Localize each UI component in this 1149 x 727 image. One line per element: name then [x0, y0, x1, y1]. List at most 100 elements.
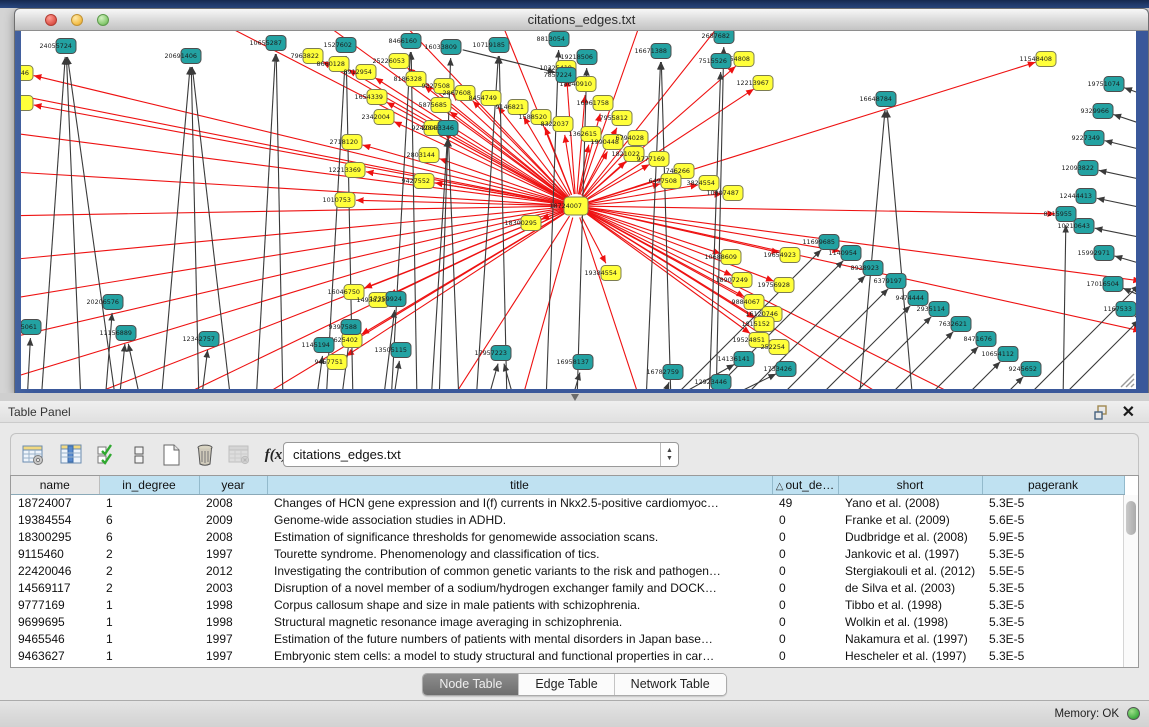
graph-node[interactable]: 10688609: [704, 250, 741, 265]
graph-node[interactable]: 803046: [21, 66, 33, 81]
column-header-pagerank[interactable]: pagerank: [982, 476, 1124, 494]
column-header-in-degree[interactable]: in_degree: [99, 476, 199, 494]
graph-node[interactable]: 16961758: [576, 96, 613, 111]
graph-node[interactable]: [21, 96, 33, 111]
graph-node[interactable]: 7515526: [699, 54, 731, 69]
graph-node[interactable]: 12093822: [1061, 161, 1098, 176]
column-header-year[interactable]: year: [199, 476, 267, 494]
graph-node[interactable]: 10719185: [472, 38, 509, 53]
column-header-out-degree[interactable]: △out_de…: [772, 476, 838, 494]
table-scrollbar-thumb[interactable]: [1126, 501, 1136, 535]
close-panel-icon[interactable]: ✕: [1122, 402, 1135, 422]
graph-node[interactable]: 2803144: [407, 148, 439, 163]
table-row[interactable]: 911546021997Tourette syndrome. Phenomeno…: [11, 545, 1124, 562]
graph-node[interactable]: 20206576: [86, 295, 123, 310]
graph-node[interactable]: 9227349: [1072, 131, 1104, 146]
graph-node[interactable]: 5875685: [419, 98, 451, 113]
graph-node[interactable]: 6497508: [649, 174, 681, 189]
memory-status-label[interactable]: Memory: OK: [1054, 708, 1119, 720]
table-row[interactable]: 969969511998Structural magnetic resonanc…: [11, 613, 1124, 630]
graph-node[interactable]: 1654339: [355, 90, 387, 105]
table-row[interactable]: 1872400712008Changes of HCN gene express…: [11, 494, 1124, 511]
graph-node[interactable]: 16782759: [646, 365, 683, 380]
svg-text:2803144: 2803144: [407, 151, 435, 159]
svg-text:19384554: 19384554: [584, 269, 617, 277]
delete-column-button[interactable]: [191, 441, 219, 469]
graph-node[interactable]: 9427552: [402, 174, 434, 189]
graph-node[interactable]: 1733426: [764, 362, 796, 377]
graph-node[interactable]: 12923446: [694, 375, 731, 390]
graph-node[interactable]: 1167533: [1104, 302, 1136, 317]
column-header-short[interactable]: short: [838, 476, 982, 494]
graph-node[interactable]: 2342004: [362, 110, 394, 125]
tab-node-table[interactable]: Node Table: [423, 674, 519, 695]
tab-network-table[interactable]: Network Table: [615, 674, 726, 695]
graph-node[interactable]: 19756928: [757, 278, 794, 293]
graph-node[interactable]: 14136141: [717, 352, 754, 367]
graph-node[interactable]: 16671388: [634, 44, 671, 59]
graph-node[interactable]: 1527602: [324, 38, 356, 53]
graph-node[interactable]: 9245652: [1009, 362, 1041, 377]
tab-edge-table[interactable]: Edge Table: [519, 674, 614, 695]
column-header-title[interactable]: title: [267, 476, 772, 494]
table-row[interactable]: 946554611997Estimation of the future num…: [11, 630, 1124, 647]
graph-node[interactable]: 8813054: [537, 32, 569, 47]
graph-node[interactable]: 1010753: [323, 193, 355, 208]
window-titlebar[interactable]: citations_edges.txt: [15, 9, 1148, 31]
graph-node[interactable]: 8466160: [389, 34, 421, 49]
table-select-combo[interactable]: citations_edges.txt ▲▼: [283, 442, 679, 467]
graph-node[interactable]: 10654112: [981, 347, 1018, 362]
graph-node[interactable]: 9457751: [315, 355, 347, 370]
graph-node[interactable]: 8471676: [964, 332, 996, 347]
graph-node[interactable]: 24055724: [39, 39, 76, 54]
graph-node[interactable]: 19384554: [584, 266, 621, 281]
column-header-name[interactable]: name: [11, 476, 99, 494]
graph-node[interactable]: 17016504: [1086, 277, 1123, 292]
combo-stepper-icon[interactable]: ▲▼: [660, 443, 678, 466]
table-row[interactable]: 1938455462009Genome-wide association stu…: [11, 511, 1124, 528]
graph-node[interactable]: 12342757: [182, 332, 219, 347]
graph-node[interactable]: 20691406: [164, 49, 201, 64]
graph-node[interactable]: 15992971: [1077, 246, 1114, 261]
memory-status-indicator[interactable]: [1127, 707, 1140, 720]
graph-node[interactable]: 1815152: [742, 317, 774, 332]
graph-node[interactable]: 19751074: [1087, 77, 1124, 92]
graph-node[interactable]: 11548408: [1019, 52, 1056, 67]
graph-node[interactable]: 8215955: [1044, 207, 1076, 222]
graph-node[interactable]: 10655287: [249, 36, 286, 51]
delete-table-button[interactable]: [225, 441, 253, 469]
table-cell-title: Embryonic stem cells: a model to study s…: [267, 647, 772, 664]
table-row[interactable]: 977716911998Corpus callosum shape and si…: [11, 596, 1124, 613]
graph-node[interactable]: 2718120: [330, 135, 362, 150]
graph-node[interactable]: 18300295: [504, 216, 541, 231]
column-visibility-button[interactable]: [57, 441, 85, 469]
network-canvas[interactable]: 1872400718300295193845542522605381863289…: [21, 31, 1136, 389]
table-scrollbar[interactable]: [1123, 495, 1138, 667]
graph-node[interactable]: 8938923: [851, 261, 883, 276]
graph-node[interactable]: 1145194: [302, 338, 334, 353]
table-row[interactable]: 1456911722003Disruption of a novel membe…: [11, 579, 1124, 596]
float-panel-icon[interactable]: [1094, 405, 1109, 420]
resize-grip-icon[interactable]: [1121, 374, 1134, 387]
stacked-rows-button[interactable]: [125, 441, 153, 469]
graph-node[interactable]: 9474444: [896, 291, 928, 306]
graph-node[interactable]: 1435061: [21, 320, 41, 335]
svg-text:9777169: 9777169: [637, 155, 665, 163]
graph-node[interactable]: 12213967: [736, 76, 773, 91]
new-column-button[interactable]: [157, 441, 185, 469]
graph-node[interactable]: 16648784: [859, 92, 896, 107]
graph-node[interactable]: 7955812: [600, 111, 632, 126]
svg-text:1140954: 1140954: [829, 249, 857, 257]
table-row[interactable]: 946362711997Embryonic stem cells: a mode…: [11, 647, 1124, 664]
table-row[interactable]: 2242004622012Investigating the contribut…: [11, 562, 1124, 579]
table-row[interactable]: 1830029562008Estimation of significance …: [11, 528, 1124, 545]
table-settings-button[interactable]: [19, 441, 47, 469]
graph-node[interactable]: 25226053: [372, 54, 409, 69]
graph-node[interactable]: 9397588: [329, 320, 361, 335]
graph-node[interactable]: 9329966: [1081, 104, 1113, 119]
graph-node[interactable]: 16958137: [556, 355, 593, 370]
graph-node[interactable]: 7632621: [939, 317, 971, 332]
select-columns-button[interactable]: [93, 441, 121, 469]
graph-node[interactable]: 12444413: [1059, 189, 1096, 204]
graph-node[interactable]: 13505115: [374, 343, 411, 358]
